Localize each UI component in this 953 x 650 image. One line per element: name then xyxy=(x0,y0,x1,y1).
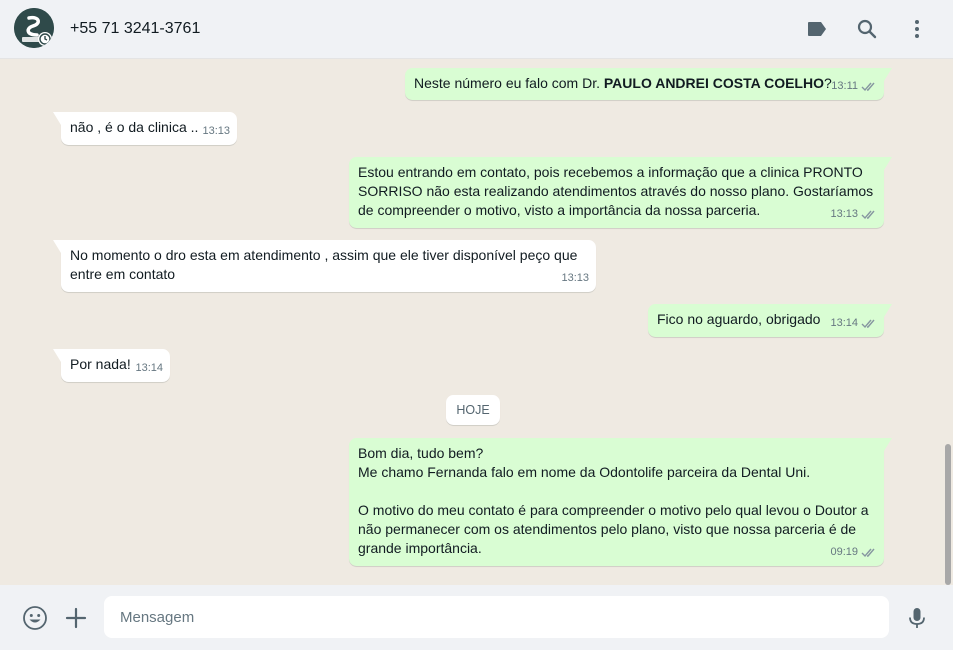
message-outgoing[interactable]: Estou entrando em contato, pois recebemo… xyxy=(349,157,892,228)
menu-icon[interactable] xyxy=(905,17,929,41)
message-time: 13:11 xyxy=(831,80,858,92)
message-meta: 13:14 xyxy=(830,314,877,333)
message-meta: 13:11 xyxy=(831,77,877,96)
message-input[interactable] xyxy=(104,596,889,638)
message-time: 13:13 xyxy=(830,208,858,220)
message-time: 13:13 xyxy=(561,272,589,284)
message-incoming[interactable]: Por nada! 13:14 xyxy=(53,349,170,382)
message-text: Estou entrando em contato, pois recebemo… xyxy=(358,164,878,218)
message-time: 13:13 xyxy=(202,125,230,137)
scrollbar-thumb[interactable] xyxy=(945,444,951,585)
message-text: não , é o da clinica .. xyxy=(70,119,199,135)
message-incoming[interactable]: No momento o dro esta em atendimento , a… xyxy=(53,240,596,292)
read-ticks-icon xyxy=(861,319,875,329)
message-time: 13:14 xyxy=(830,317,858,329)
message-outgoing[interactable]: Bom dia, tudo bem? Me chamo Fernanda fal… xyxy=(349,438,892,566)
message-outgoing[interactable]: Neste número eu falo com Dr. PAULO ANDRE… xyxy=(405,68,892,100)
label-icon[interactable] xyxy=(805,17,829,41)
contact-avatar[interactable] xyxy=(14,8,54,48)
message-outgoing[interactable]: Fico no aguardo, obrigado 13:14 xyxy=(648,304,892,337)
message-text: No momento o dro esta em atendimento , a… xyxy=(70,247,582,282)
emoji-icon[interactable] xyxy=(22,605,48,631)
date-divider: HOJE xyxy=(446,395,500,425)
message-text: Bom dia, tudo bem? Me chamo Fernanda fal… xyxy=(358,445,869,556)
attach-plus-icon[interactable] xyxy=(63,605,89,631)
message-meta: 13:13 xyxy=(202,122,230,141)
contact-name[interactable]: +55 71 3241-3761 xyxy=(70,20,200,38)
read-ticks-icon xyxy=(861,210,875,220)
microphone-icon[interactable] xyxy=(904,605,930,631)
message-meta: 13:14 xyxy=(135,359,163,378)
message-time: 13:14 xyxy=(135,362,163,374)
search-icon[interactable] xyxy=(855,17,879,41)
chat-header: +55 71 3241-3761 xyxy=(0,0,953,59)
message-time: 09:19 xyxy=(830,546,858,558)
read-ticks-icon xyxy=(861,82,875,92)
message-text: Neste número eu falo com Dr. PAULO ANDRE… xyxy=(414,75,832,91)
message-meta: 13:13 xyxy=(561,269,589,288)
message-incoming[interactable]: não , é o da clinica .. 13:13 xyxy=(53,112,237,145)
message-meta: 13:13 xyxy=(830,205,877,224)
read-ticks-icon xyxy=(861,548,875,558)
message-list[interactable]: Neste número eu falo com Dr. PAULO ANDRE… xyxy=(0,59,953,585)
message-meta: 09:19 xyxy=(830,543,877,562)
message-text: Fico no aguardo, obrigado xyxy=(657,311,821,327)
composer-bar xyxy=(0,585,953,650)
message-text: Por nada! xyxy=(70,356,131,372)
